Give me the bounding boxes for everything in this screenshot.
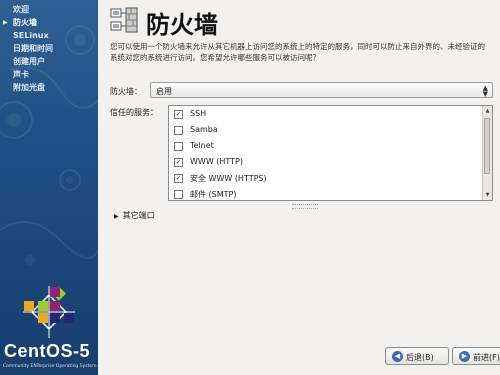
expander-triangle-icon: ▶ (114, 213, 119, 220)
service-checkbox-samba[interactable] (174, 126, 183, 135)
list-scrollbar[interactable]: ▲ ▼ (482, 106, 492, 200)
service-label: SSH (190, 109, 207, 118)
sidebar-nav: 欢迎 防火墙 SELinux 日期和时间 创建用户 声卡 附加光盘 (0, 3, 98, 94)
scroll-up-icon[interactable]: ▲ (483, 106, 492, 116)
forward-button-label: 前进(F) (473, 353, 500, 362)
service-checkbox-www-http[interactable]: ✓ (174, 158, 183, 167)
resize-grip[interactable] (292, 204, 318, 209)
sidebar-item-sound-card: 声卡 (13, 70, 29, 79)
sidebar-item-create-user: 创建用户 (13, 57, 45, 66)
other-ports-expander[interactable]: ▶ 其它端口 (114, 210, 155, 221)
back-button[interactable]: ◀ 后退(B) (385, 347, 449, 365)
service-label: Telnet (190, 141, 214, 150)
trusted-services-label: 信任的服务： (110, 108, 158, 117)
firewall-icon (110, 7, 138, 33)
service-item-ssh[interactable]: ✓ SSH (169, 106, 492, 122)
brand-name: CentOS-5 (4, 341, 91, 361)
service-item-telnet[interactable]: Telnet (169, 138, 492, 154)
firewall-select[interactable]: 启用 ▲ ▼ (150, 82, 493, 98)
centos-logo-icon (23, 286, 75, 338)
scrollbar-thumb[interactable] (484, 118, 490, 174)
service-label: WWW (HTTP) (190, 157, 243, 166)
arrow-right-icon: ▶ (459, 351, 470, 362)
sidebar-item-selinux: SELinux (13, 31, 49, 40)
arrow-left-icon: ◀ (392, 351, 403, 362)
forward-button[interactable]: ▶ 前进(F) (452, 347, 500, 365)
page-description: 您可以使用一个防火墙来允许从其它机器上访问您的系统上的特定的服务，同时可以防止来… (110, 42, 485, 62)
sidebar-item-firewall: 防火墙 (0, 16, 98, 29)
service-checkbox-ssh[interactable]: ✓ (174, 110, 183, 119)
service-label: Samba (190, 125, 218, 134)
sidebar-item-additional-cds: 附加光盘 (13, 83, 45, 92)
page-title: 防火墙 (146, 11, 218, 39)
service-item-samba[interactable]: Samba (169, 122, 492, 138)
firewall-label: 防火墙： (110, 87, 142, 96)
service-item-smtp[interactable]: 邮件 (SMTP) (169, 186, 492, 200)
brand-tagline: Community ENTerprise Operating System (3, 364, 97, 369)
scroll-down-icon[interactable]: ▼ (483, 190, 492, 200)
trusted-services-list: ✓ SSH Samba Telnet ✓ WWW (HTTP) ✓ 安全 WWW… (168, 105, 493, 201)
sidebar-item-date-time: 日期和时间 (13, 44, 53, 53)
chevron-up-down-icon: ▲ ▼ (482, 84, 488, 98)
back-button-label: 后退(B) (406, 353, 434, 362)
service-checkbox-www-https[interactable]: ✓ (174, 174, 183, 183)
service-label: 安全 WWW (HTTPS) (190, 174, 267, 183)
service-checkbox-smtp[interactable] (174, 190, 183, 199)
sidebar: 欢迎 防火墙 SELinux 日期和时间 创建用户 声卡 附加光盘 CentOS… (0, 0, 98, 375)
firewall-select-value: 启用 (156, 87, 172, 96)
service-label: 邮件 (SMTP) (190, 190, 237, 199)
service-item-www-https[interactable]: ✓ 安全 WWW (HTTPS) (169, 170, 492, 186)
service-checkbox-telnet[interactable] (174, 142, 183, 151)
service-item-www-http[interactable]: ✓ WWW (HTTP) (169, 154, 492, 170)
sidebar-item-welcome: 欢迎 (13, 5, 29, 14)
main-panel: 防火墙 您可以使用一个防火墙来允许从其它机器上访问您的系统上的特定的服务，同时可… (98, 0, 500, 375)
other-ports-label: 其它端口 (122, 211, 155, 220)
